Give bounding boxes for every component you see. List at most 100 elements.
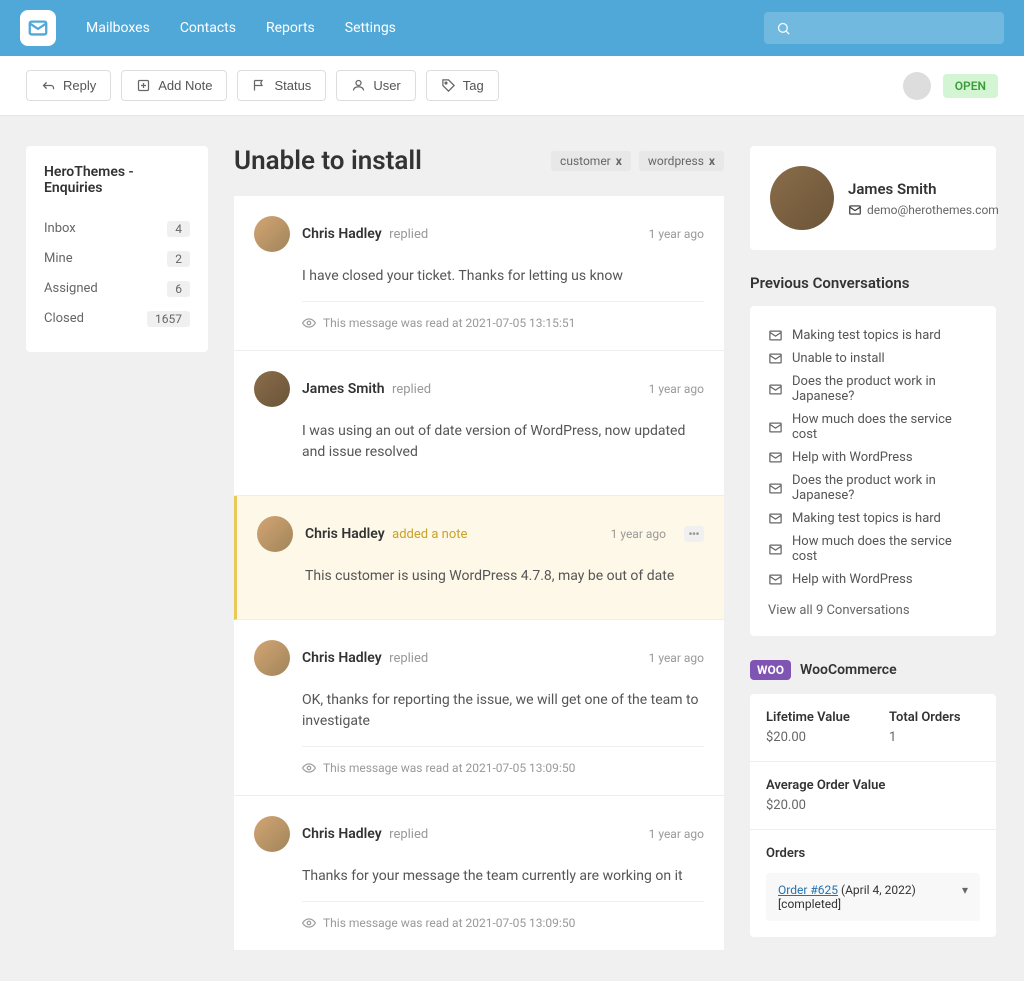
- tag-label: customer: [560, 154, 611, 168]
- customer-card: James Smith demo@herothemes.com: [750, 146, 996, 250]
- message-body: This customer is using WordPress 4.7.8, …: [305, 566, 704, 587]
- message-body: Thanks for your message the team current…: [302, 866, 704, 887]
- message-action: replied: [392, 382, 431, 397]
- mail-icon: [848, 203, 862, 217]
- message-meta: Chris Hadley replied: [302, 826, 637, 842]
- conversation-item[interactable]: Help with WordPress: [768, 446, 978, 469]
- sidebar-label: Assigned: [44, 281, 98, 297]
- order-item[interactable]: Order #625 (April 4, 2022) [completed] ▾: [766, 873, 980, 921]
- sidebar-count: 2: [167, 251, 190, 267]
- tag-wordpress: wordpress x: [639, 151, 724, 171]
- sidebar-count: 4: [167, 221, 190, 237]
- conversation-item[interactable]: Does the product work in Japanese?: [768, 469, 978, 507]
- reply-button[interactable]: Reply: [26, 70, 111, 101]
- conversation-item[interactable]: Help with WordPress: [768, 568, 978, 591]
- sidebar-item-mine[interactable]: Mine 2: [44, 244, 190, 274]
- nav-links: Mailboxes Contacts Reports Settings: [86, 20, 734, 36]
- logo-icon: [27, 17, 49, 39]
- mail-icon: [768, 542, 783, 557]
- woocommerce-section: WOO WooCommerce Lifetime Value $20.00 To…: [750, 660, 996, 937]
- toolbar: Reply Add Note Status User Tag OPEN: [0, 56, 1024, 116]
- conversation-item[interactable]: How much does the service cost: [768, 530, 978, 568]
- add-note-button[interactable]: Add Note: [121, 70, 227, 101]
- sidebar-item-inbox[interactable]: Inbox 4: [44, 214, 190, 244]
- mail-icon: [768, 351, 783, 366]
- nav-contacts[interactable]: Contacts: [180, 20, 236, 36]
- search-icon: [776, 21, 791, 36]
- message-meta: James Smith replied: [302, 381, 637, 397]
- conversation-item[interactable]: Does the product work in Japanese?: [768, 370, 978, 408]
- message-header: James Smith replied 1 year ago: [254, 371, 704, 407]
- message-author: James Smith: [302, 381, 385, 397]
- sidebar-item-assigned[interactable]: Assigned 6: [44, 274, 190, 304]
- flag-icon: [252, 78, 267, 93]
- message-avatar: [257, 516, 293, 552]
- message-action: replied: [389, 827, 428, 842]
- search-box[interactable]: [764, 12, 1004, 44]
- message-time: 1 year ago: [649, 382, 704, 396]
- message-author: Chris Hadley: [305, 526, 385, 542]
- message-body: I was using an out of date version of Wo…: [302, 421, 704, 463]
- user-button[interactable]: User: [336, 70, 415, 101]
- reply-label: Reply: [63, 78, 96, 93]
- message-read: This message was read at 2021-07-05 13:1…: [302, 301, 704, 330]
- top-nav: Mailboxes Contacts Reports Settings: [0, 0, 1024, 56]
- message-time: 1 year ago: [649, 651, 704, 665]
- more-button[interactable]: •••: [684, 526, 704, 542]
- woo-stats-row: Lifetime Value $20.00 Total Orders 1: [750, 694, 996, 762]
- message-header: Chris Hadley added a note 1 year ago •••: [257, 516, 704, 552]
- view-all-conversations[interactable]: View all 9 Conversations: [768, 603, 978, 618]
- note-icon: [136, 78, 151, 93]
- message-time: 1 year ago: [611, 527, 666, 541]
- sidebar-title: HeroThemes - Enquiries: [44, 164, 190, 196]
- message: Chris Hadley replied 1 year ago Thanks f…: [234, 796, 724, 951]
- message-read: This message was read at 2021-07-05 13:0…: [302, 746, 704, 775]
- tag-remove[interactable]: x: [709, 154, 715, 168]
- sidebar-count: 1657: [147, 311, 190, 327]
- message: James Smith replied 1 year ago I was usi…: [234, 351, 724, 496]
- woo-badge: WOO: [750, 660, 791, 680]
- message-avatar: [254, 216, 290, 252]
- woo-total-label: Total Orders: [889, 710, 980, 725]
- right-panel: James Smith demo@herothemes.com Previous…: [750, 146, 996, 951]
- eye-icon: [302, 316, 316, 330]
- read-text: This message was read at 2021-07-05 13:0…: [323, 761, 575, 775]
- nav-reports[interactable]: Reports: [266, 20, 315, 36]
- current-user-avatar[interactable]: [903, 72, 931, 100]
- conv-title: How much does the service cost: [792, 534, 978, 564]
- toolbar-right: OPEN: [903, 72, 998, 100]
- conversation-item[interactable]: Unable to install: [768, 347, 978, 370]
- read-text: This message was read at 2021-07-05 13:1…: [323, 316, 575, 330]
- customer-email-text: demo@herothemes.com: [867, 203, 999, 217]
- conversation-item[interactable]: How much does the service cost: [768, 408, 978, 446]
- chevron-down-icon: ▾: [962, 883, 968, 897]
- customer-name: James Smith: [848, 180, 999, 198]
- mail-icon: [768, 450, 783, 465]
- nav-mailboxes[interactable]: Mailboxes: [86, 20, 150, 36]
- conversation-item[interactable]: Making test topics is hard: [768, 507, 978, 530]
- order-link[interactable]: Order #625: [778, 883, 838, 897]
- message-time: 1 year ago: [649, 827, 704, 841]
- sidebar: HeroThemes - Enquiries Inbox 4 Mine 2 As…: [26, 146, 208, 352]
- tag-remove[interactable]: x: [616, 154, 622, 168]
- sidebar-item-closed[interactable]: Closed 1657: [44, 304, 190, 334]
- woo-title: WooCommerce: [800, 662, 897, 678]
- logo[interactable]: [20, 10, 56, 46]
- conversation-item[interactable]: Making test topics is hard: [768, 324, 978, 347]
- content: Unable to install customer x wordpress x…: [234, 146, 724, 951]
- nav-settings[interactable]: Settings: [345, 20, 396, 36]
- woo-orders: Orders Order #625 (April 4, 2022) [compl…: [750, 830, 996, 937]
- conv-title: Help with WordPress: [792, 450, 913, 465]
- message-avatar: [254, 816, 290, 852]
- woo-lifetime: Lifetime Value $20.00: [750, 694, 873, 761]
- woo-orders-label: Orders: [766, 846, 980, 861]
- message-meta: Chris Hadley replied: [302, 650, 637, 666]
- tag-button[interactable]: Tag: [426, 70, 499, 101]
- mail-icon: [768, 481, 783, 496]
- sidebar-label: Closed: [44, 311, 84, 327]
- woo-avg: Average Order Value $20.00: [750, 762, 996, 829]
- status-button[interactable]: Status: [237, 70, 326, 101]
- mail-icon: [768, 511, 783, 526]
- ticket-tags: customer x wordpress x: [551, 151, 724, 171]
- woo-avg-row: Average Order Value $20.00: [750, 762, 996, 830]
